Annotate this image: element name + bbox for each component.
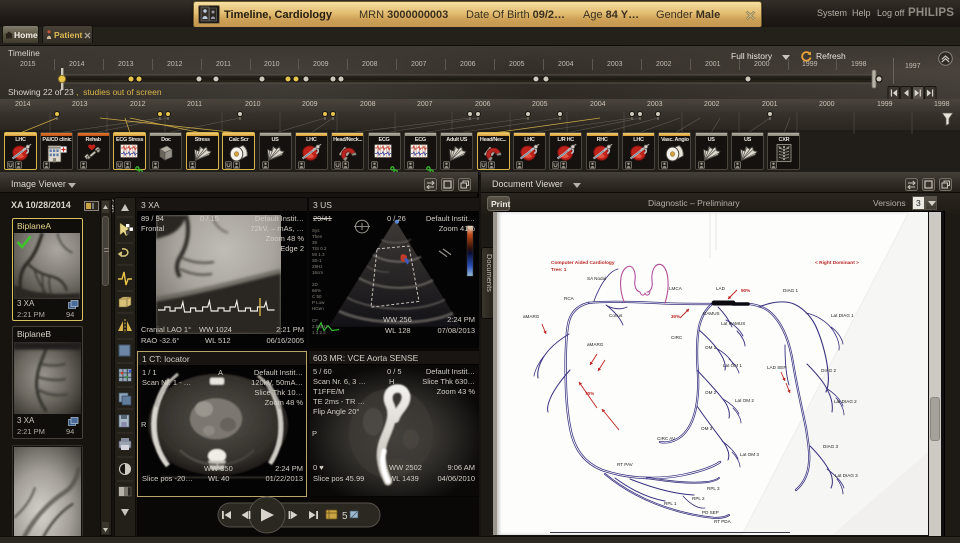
svg-text:Tree: 1: Tree: 1 <box>551 267 567 273</box>
svg-text:Lat OM 1: Lat OM 1 <box>723 363 742 368</box>
svg-text:Lat OM 2: Lat OM 2 <box>735 398 754 403</box>
svg-text:DIAG 1: DIAG 1 <box>783 288 799 293</box>
svg-text:OM 1: OM 1 <box>705 345 717 350</box>
svg-text:CIRC AV: CIRC AV <box>657 436 676 441</box>
svg-text:DIAG 3: DIAG 3 <box>823 444 839 449</box>
svg-text:RAMUS: RAMUS <box>703 311 720 316</box>
svg-text:DIAG 2: DIAG 2 <box>821 368 837 373</box>
svg-text:Lat OM 3: Lat OM 3 <box>740 452 759 457</box>
svg-text:aMARG: aMARG <box>587 342 604 347</box>
svg-text:LAD SEP: LAD SEP <box>767 365 786 370</box>
svg-text:5: 5 <box>342 511 348 522</box>
svg-text:RPL 1: RPL 1 <box>664 501 677 506</box>
svg-text:RCA: RCA <box>564 296 575 301</box>
svg-text:70%: 70% <box>585 391 594 396</box>
svg-text:OM 3: OM 3 <box>701 426 713 431</box>
svg-text:< Right Dominant >: < Right Dominant > <box>815 260 859 266</box>
svg-text:90%: 90% <box>741 288 750 293</box>
svg-text:Lat DIAG 1: Lat DIAG 1 <box>831 313 854 318</box>
svg-text:LMCA: LMCA <box>669 286 683 291</box>
svg-text:RT PAV: RT PAV <box>617 462 634 467</box>
svg-text:Computer Aided Cardiology: Computer Aided Cardiology <box>551 260 615 266</box>
svg-text:CIRC: CIRC <box>671 335 683 340</box>
svg-text:Lat DIAG 2: Lat DIAG 2 <box>834 399 857 404</box>
svg-text:OM 2: OM 2 <box>705 390 717 395</box>
svg-text:PD SEP: PD SEP <box>702 510 719 515</box>
svg-text:30%: 30% <box>671 314 680 319</box>
svg-text:SA Nodal: SA Nodal <box>587 276 606 281</box>
svg-text:RPL 2: RPL 2 <box>692 496 705 501</box>
svg-text:Lat RAMUS: Lat RAMUS <box>721 321 745 326</box>
svg-text:RPL 3: RPL 3 <box>707 486 720 491</box>
svg-text:RT PDA: RT PDA <box>714 519 732 524</box>
svg-text:Lat DIAG 3: Lat DIAG 3 <box>835 473 858 478</box>
svg-text:aMARG: aMARG <box>523 314 540 319</box>
svg-text:Conus: Conus <box>609 313 623 318</box>
svg-text:LAD: LAD <box>716 286 726 291</box>
